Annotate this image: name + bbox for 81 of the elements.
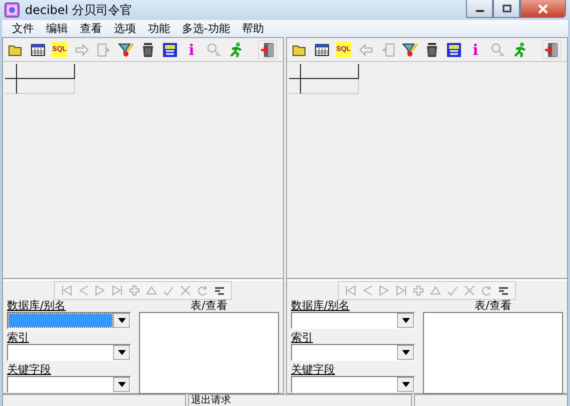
field-label: 索引 xyxy=(291,332,314,344)
triangle-icon xyxy=(112,285,123,296)
menu-item[interactable]: 帮助 xyxy=(236,21,270,36)
dropdown-arrow-icon xyxy=(402,318,410,323)
list-box[interactable] xyxy=(139,312,279,394)
check-icon xyxy=(447,285,458,296)
grid-indicator-cell xyxy=(5,79,17,94)
app-icon xyxy=(4,2,20,18)
toolbar-button[interactable]: i xyxy=(466,40,485,59)
maximize-icon xyxy=(502,4,512,13)
info-icon: i xyxy=(188,42,194,58)
maximize-button[interactable] xyxy=(493,0,520,18)
data-grid-icon xyxy=(446,42,462,58)
refresh-icon xyxy=(197,285,208,296)
list-label: 表/查看 xyxy=(190,300,228,312)
check-icon xyxy=(163,285,174,296)
window-title: decibel 分贝司令官 xyxy=(25,2,132,18)
running-figure-icon xyxy=(228,42,244,58)
document-arrow-icon xyxy=(96,42,112,58)
arrow-icon xyxy=(358,42,374,58)
lines-icon xyxy=(214,285,225,296)
dropdown-arrow-icon xyxy=(118,350,126,355)
menu-item[interactable]: 多选-功能 xyxy=(176,21,236,36)
status-panel: 退出请求 xyxy=(188,394,412,406)
grid-cell xyxy=(17,79,75,94)
triangle-icon xyxy=(379,285,390,296)
triangle-icon xyxy=(396,285,407,296)
field-label: 关键字段 xyxy=(7,364,52,376)
grid-header-cell xyxy=(301,64,359,79)
field-label: 数据库/别名 xyxy=(7,300,67,312)
grid-header-cell xyxy=(17,64,75,79)
lines-icon xyxy=(498,285,509,296)
cross-icon xyxy=(180,285,191,296)
document-arrow-icon xyxy=(380,42,396,58)
field-label: 数据库/别名 xyxy=(291,300,351,312)
close-icon xyxy=(537,4,549,14)
dropdown-arrow-icon xyxy=(402,350,410,355)
dropdown-field[interactable] xyxy=(7,344,131,361)
triangle-icon xyxy=(61,285,72,296)
menu-item[interactable]: 文件 xyxy=(6,21,40,36)
dropdown-field[interactable] xyxy=(291,344,415,361)
triangle-icon xyxy=(146,285,157,296)
running-figure-icon xyxy=(512,42,528,58)
grid-cell xyxy=(301,79,359,94)
cross-icon xyxy=(464,285,475,296)
list-label: 表/查看 xyxy=(474,300,512,312)
dropdown-field[interactable] xyxy=(7,312,131,329)
triangle-icon xyxy=(95,285,106,296)
data-grid-icon xyxy=(162,42,178,58)
field-label: 索引 xyxy=(7,332,30,344)
info-icon: i xyxy=(472,42,478,58)
dropdown-arrow-icon xyxy=(402,382,410,387)
triangle-icon xyxy=(345,285,356,296)
arrow-icon xyxy=(74,42,90,58)
dropdown-field[interactable] xyxy=(291,376,415,393)
field-label: 关键字段 xyxy=(291,364,336,376)
menu-item[interactable]: 选项 xyxy=(108,21,142,36)
menu-item[interactable]: 功能 xyxy=(142,21,176,36)
grid-indicator-cell xyxy=(5,64,17,79)
toolbar-button[interactable] xyxy=(160,40,179,59)
dropdown-arrow-icon xyxy=(118,318,126,323)
dropdown-field[interactable] xyxy=(291,312,415,329)
plus-icon xyxy=(129,285,140,296)
grid-indicator-cell xyxy=(289,64,301,79)
dropdown-arrow-icon xyxy=(118,382,126,387)
menu-item[interactable]: 查看 xyxy=(74,21,108,36)
toolbar-button[interactable]: i xyxy=(182,40,201,59)
plus-icon xyxy=(413,285,424,296)
calendar-icon xyxy=(30,42,46,58)
toolbar-button[interactable] xyxy=(444,40,463,59)
list-box[interactable] xyxy=(423,312,563,394)
triangle-icon xyxy=(430,285,441,296)
exit-door-icon xyxy=(544,42,560,58)
menu-item[interactable]: 编辑 xyxy=(40,21,74,36)
minimize-button[interactable] xyxy=(466,0,493,18)
calendar-icon xyxy=(314,42,330,58)
dropdown-field[interactable] xyxy=(7,376,131,393)
close-button[interactable] xyxy=(520,0,566,18)
grid-indicator-cell xyxy=(289,79,301,94)
exit-door-icon xyxy=(260,42,276,58)
refresh-icon xyxy=(481,285,492,296)
